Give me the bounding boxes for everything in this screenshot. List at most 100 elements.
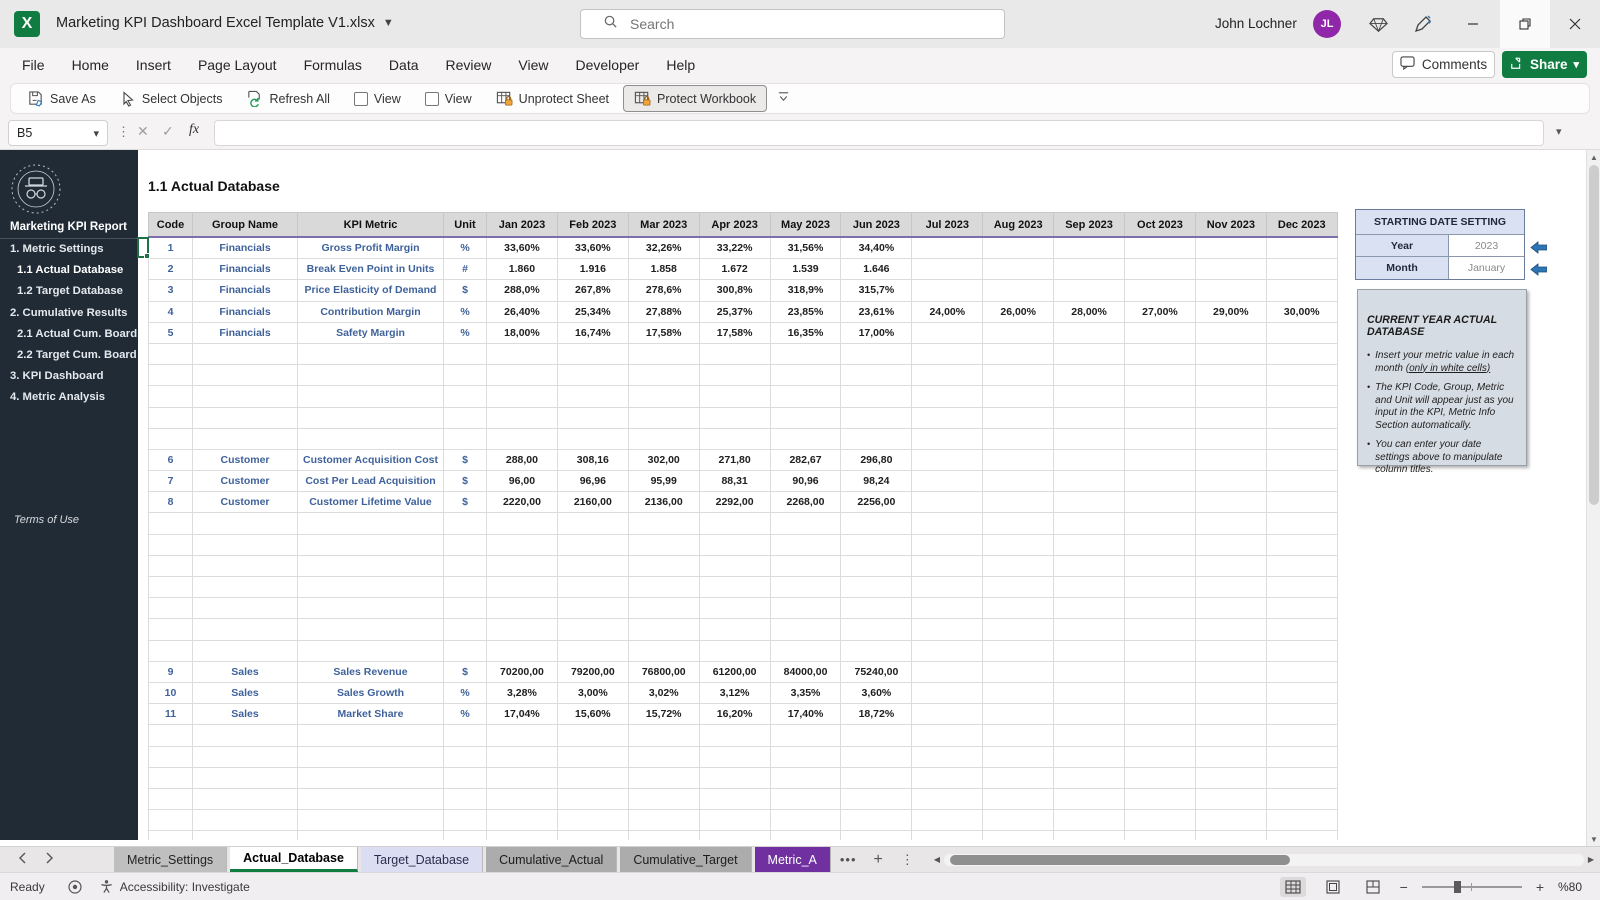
cell[interactable] [983, 322, 1055, 344]
cell[interactable] [1054, 471, 1126, 493]
cell[interactable]: 302,00 [628, 449, 700, 472]
cell[interactable] [1054, 259, 1126, 281]
cell[interactable]: 8 [149, 492, 193, 514]
cell[interactable] [841, 746, 913, 768]
cell[interactable] [1125, 365, 1196, 387]
cell[interactable] [770, 343, 842, 366]
cell[interactable] [912, 280, 984, 302]
cell[interactable] [1195, 534, 1267, 556]
cell[interactable]: 30,00% [1266, 301, 1338, 323]
cell[interactable] [1125, 259, 1196, 281]
sheet-options-icon[interactable]: ⋮ [891, 847, 924, 872]
page-layout-view-button[interactable] [1320, 877, 1346, 897]
cell[interactable]: $ [444, 661, 487, 683]
cell[interactable] [149, 555, 193, 577]
sheet-tab-cumulative_actual[interactable]: Cumulative_Actual [486, 847, 618, 872]
cell[interactable]: 95,99 [628, 471, 700, 493]
cell[interactable] [628, 386, 700, 408]
cell[interactable] [298, 386, 444, 408]
sheet-tab-cumulative_target[interactable]: Cumulative_Target [620, 847, 752, 872]
cell[interactable] [841, 577, 913, 599]
sheet-tab-metric_settings[interactable]: Metric_Settings [114, 847, 228, 872]
cell[interactable] [770, 746, 842, 768]
cell[interactable] [841, 725, 913, 747]
cell[interactable] [298, 831, 444, 840]
cell[interactable]: 33,22% [699, 238, 771, 260]
cell[interactable] [193, 831, 298, 840]
cell[interactable] [444, 746, 487, 768]
cell[interactable]: Safety Margin [298, 322, 444, 344]
cell[interactable]: 98,24 [841, 471, 913, 493]
sidebar-item-1-1-actual-database[interactable]: 1.1 Actual Database [0, 260, 138, 281]
cell[interactable] [1054, 386, 1126, 408]
cell[interactable] [628, 746, 700, 768]
cell[interactable] [912, 788, 984, 811]
cell[interactable] [1266, 831, 1338, 840]
cell[interactable]: 96,96 [557, 471, 629, 493]
cell[interactable] [149, 746, 193, 768]
cell[interactable] [557, 365, 629, 387]
cell[interactable]: 15,72% [628, 704, 700, 726]
cell[interactable]: 2292,00 [699, 492, 771, 514]
cell[interactable] [193, 386, 298, 408]
cell[interactable] [193, 767, 298, 789]
cell[interactable]: 1 [149, 238, 193, 260]
cell[interactable] [841, 788, 913, 811]
cell[interactable]: 16,74% [557, 322, 629, 344]
zoom-slider-thumb[interactable] [1453, 880, 1461, 893]
cell[interactable] [1195, 704, 1267, 726]
cell[interactable] [770, 407, 842, 429]
cell[interactable]: Price Elasticity of Demand [298, 280, 444, 302]
sheet-tab-target_database[interactable]: Target_Database [360, 847, 484, 872]
select-objects-button[interactable]: Select Objects [110, 87, 233, 111]
cell[interactable] [699, 555, 771, 577]
cell[interactable] [487, 767, 558, 789]
cell[interactable] [983, 746, 1055, 768]
share-button[interactable]: Share ▾ [1502, 51, 1587, 78]
cell[interactable] [1266, 555, 1338, 577]
cell[interactable] [912, 577, 984, 599]
cell[interactable] [444, 555, 487, 577]
cell[interactable] [557, 343, 629, 366]
cell[interactable] [1195, 661, 1267, 683]
sidebar-item-2-1-actual-cum-board[interactable]: 2.1 Actual Cum. Board [0, 324, 138, 345]
cell[interactable]: 318,9% [770, 280, 842, 302]
cell[interactable]: Cost Per Lead Acquisition [298, 471, 444, 493]
cell[interactable]: Market Share [298, 704, 444, 726]
cell[interactable] [841, 831, 913, 840]
unprotect-sheet-button[interactable]: Unprotect Sheet [486, 86, 619, 111]
cell[interactable] [628, 640, 700, 662]
cell[interactable] [1054, 343, 1126, 366]
cell[interactable] [770, 365, 842, 387]
sidebar-item-3-kpi-dashboard[interactable]: 3. KPI Dashboard [0, 366, 138, 387]
expand-formula-bar-icon[interactable]: ▾ [1556, 125, 1562, 138]
cell[interactable] [983, 513, 1055, 535]
sidebar-item-2-cumulative-results[interactable]: 2. Cumulative Results [0, 303, 138, 324]
cell[interactable] [557, 767, 629, 789]
cell[interactable] [1195, 767, 1267, 789]
cell[interactable] [699, 640, 771, 662]
cell[interactable] [487, 343, 558, 366]
cell[interactable] [149, 428, 193, 450]
cell[interactable] [1195, 640, 1267, 662]
sheet-tab-actual_database[interactable]: Actual_Database [230, 847, 358, 872]
cell[interactable] [770, 788, 842, 811]
cell[interactable]: % [444, 704, 487, 726]
cell[interactable] [841, 555, 913, 577]
cell[interactable] [1266, 619, 1338, 641]
cell[interactable]: 271,80 [699, 449, 771, 472]
cell[interactable]: 31,56% [770, 238, 842, 260]
cell[interactable] [1195, 619, 1267, 641]
cell[interactable] [841, 365, 913, 387]
cell[interactable] [487, 386, 558, 408]
insert-function-icon[interactable]: fx [189, 122, 199, 138]
cell[interactable] [1054, 407, 1126, 429]
cell[interactable]: 32,26% [628, 238, 700, 260]
sidebar-item-2-2-target-cum-board[interactable]: 2.2 Target Cum. Board [0, 345, 138, 366]
maximize-button[interactable] [1500, 0, 1550, 48]
cell[interactable]: 300,8% [699, 280, 771, 302]
cell[interactable] [487, 513, 558, 535]
cell[interactable]: 29,00% [1195, 301, 1267, 323]
excel-app-icon[interactable]: X [14, 11, 40, 37]
menu-tab-page-layout[interactable]: Page Layout [198, 57, 277, 73]
